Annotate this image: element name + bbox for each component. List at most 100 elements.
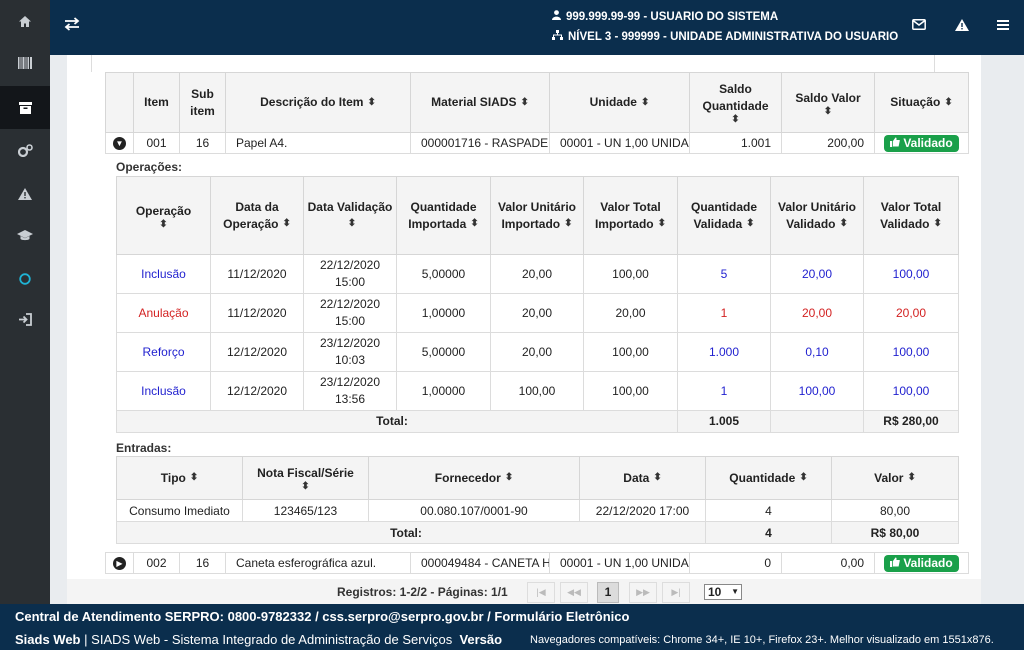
page-size-select[interactable]: 10 ▼ bbox=[704, 584, 742, 600]
cell-vu-val: 20,00 bbox=[770, 293, 864, 333]
support-contact[interactable]: Central de Atendimento SERPRO: 0800-9782… bbox=[15, 609, 629, 624]
thumbs-up-icon bbox=[890, 136, 901, 151]
cell-vt-imp: 100,00 bbox=[583, 371, 678, 411]
sort-icon: ⬍ bbox=[504, 472, 514, 484]
total-qtd: 1.005 bbox=[677, 410, 771, 433]
barcode-icon[interactable] bbox=[0, 41, 50, 84]
sort-icon: ⬍ bbox=[799, 472, 808, 484]
col-saldo-qtd[interactable]: Saldo Quantidade ⬍ bbox=[689, 72, 782, 133]
cell-data-val: 23/12/2020 10:03 bbox=[303, 332, 397, 372]
cell-item: 002 bbox=[133, 552, 180, 574]
col-vu-importado[interactable]: Valor Unitário Importado ⬍ bbox=[490, 176, 584, 255]
next-page-button[interactable]: ▶▶ bbox=[629, 582, 657, 603]
col-fornecedor[interactable]: Fornecedor ⬍ bbox=[368, 456, 580, 500]
main-content: Item Sub item Descrição do Item ⬍ Materia… bbox=[50, 55, 1024, 604]
cell-operacao: Anulação bbox=[116, 293, 211, 333]
cogs-icon[interactable] bbox=[0, 129, 50, 172]
cell-item: 001 bbox=[133, 132, 180, 154]
expand-toggle-icon[interactable]: ▶ bbox=[113, 557, 126, 571]
archive-icon[interactable] bbox=[0, 86, 50, 129]
cell-vu-imp: 20,00 bbox=[490, 293, 584, 333]
col-quantidade[interactable]: Quantidade ⬍ bbox=[705, 456, 832, 500]
unit-name: NÍVEL 3 - 999999 - UNIDADE ADMINISTRATIV… bbox=[568, 30, 899, 43]
circle-icon[interactable] bbox=[0, 257, 50, 300]
col-unidade[interactable]: Unidade ⬍ bbox=[549, 72, 690, 133]
cell-nota: 123465/123 bbox=[242, 499, 369, 522]
thumbs-up-icon bbox=[890, 556, 901, 571]
cell-tipo: Consumo Imediato bbox=[116, 499, 243, 522]
total-label: Total: bbox=[116, 410, 678, 433]
menu-icon[interactable] bbox=[997, 19, 1009, 34]
col-situacao[interactable]: Situação ⬍ bbox=[874, 72, 969, 133]
cell-vt-val: 20,00 bbox=[863, 293, 959, 333]
content-card: Item Sub item Descrição do Item ⬍ Materia… bbox=[67, 55, 981, 604]
col-nota[interactable]: Nota Fiscal/Série ⬍ bbox=[242, 456, 369, 500]
warning-icon[interactable] bbox=[0, 172, 50, 215]
col-tipo[interactable]: Tipo ⬍ bbox=[116, 456, 243, 500]
cell-vu-imp: 20,00 bbox=[490, 332, 584, 372]
warning-icon[interactable] bbox=[955, 19, 969, 34]
entradas-label: Entradas: bbox=[116, 441, 172, 455]
col-valor[interactable]: Valor ⬍ bbox=[831, 456, 959, 500]
col-saldo-valor[interactable]: Saldo Valor ⬍ bbox=[781, 72, 875, 133]
cell-subitem: 16 bbox=[179, 552, 226, 574]
sort-icon: ⬍ bbox=[159, 218, 168, 230]
col-vt-validado[interactable]: Valor Total Validado ⬍ bbox=[863, 176, 959, 255]
cell-qtd-imp: 5,00000 bbox=[396, 254, 491, 294]
col-vu-validado[interactable]: Valor Unitário Validado ⬍ bbox=[770, 176, 864, 255]
operacoes-table: Operação ⬍ Data da Operação ⬍ Data Validaç… bbox=[116, 176, 959, 433]
col-subitem[interactable]: Sub item bbox=[179, 72, 226, 133]
cell-fornecedor: 00.080.107/0001-90 bbox=[368, 499, 580, 522]
cell-saldo-valor: 200,00 bbox=[781, 132, 875, 154]
col-qtd-importada[interactable]: Quantidade Importada ⬍ bbox=[396, 176, 491, 255]
col-operacao[interactable]: Operação ⬍ bbox=[116, 176, 211, 255]
cell-data-val: 22/12/2020 15:00 bbox=[303, 293, 397, 333]
col-descricao[interactable]: Descrição do Item ⬍ bbox=[225, 72, 411, 133]
table-row: ▼ 001 16 Papel A4. 000001716 - RASPADEIR… bbox=[105, 132, 969, 154]
sort-icon: ⬍ bbox=[657, 218, 667, 230]
app-info: Siads Web | SIADS Web - Sistema Integrad… bbox=[15, 632, 502, 647]
sort-icon: ⬍ bbox=[933, 218, 942, 230]
cell-qtd-imp: 1,00000 bbox=[396, 371, 491, 411]
table-row: Anulação 11/12/2020 22/12/2020 15:00 1,0… bbox=[116, 293, 959, 333]
total-row: Total: 1.005 R$ 280,00 bbox=[116, 410, 959, 433]
table-row: Consumo Imediato 123465/123 00.080.107/0… bbox=[116, 499, 959, 522]
home-icon[interactable] bbox=[0, 0, 50, 43]
app-name: Siads Web bbox=[15, 632, 81, 647]
cell-data: 22/12/2020 17:00 bbox=[579, 499, 706, 522]
envelope-icon[interactable] bbox=[912, 19, 926, 33]
col-data-operacao[interactable]: Data da Operação ⬍ bbox=[210, 176, 304, 255]
col-item[interactable]: Item bbox=[133, 72, 180, 133]
total-valor: R$ 80,00 bbox=[831, 521, 959, 544]
sort-icon: ⬍ bbox=[520, 96, 529, 108]
first-page-button[interactable]: |◀ bbox=[527, 582, 555, 603]
cell-operacao: Inclusão bbox=[116, 254, 211, 294]
card-top-strip bbox=[91, 55, 935, 72]
cell-vt-imp: 100,00 bbox=[583, 332, 678, 372]
cell-operacao: Reforço bbox=[116, 332, 211, 372]
prev-page-button[interactable]: ◀◀ bbox=[560, 582, 588, 603]
items-table: Item Sub item Descrição do Item ⬍ Materia… bbox=[105, 72, 969, 154]
col-data-validacao[interactable]: Data Validação⬍ bbox=[303, 176, 397, 255]
footer: Central de Atendimento SERPRO: 0800-9782… bbox=[0, 604, 1024, 650]
sort-icon: ⬍ bbox=[564, 218, 573, 230]
total-valor: R$ 280,00 bbox=[863, 410, 959, 433]
col-qtd-validada[interactable]: Quantidade Validada ⬍ bbox=[677, 176, 771, 255]
user-icon bbox=[552, 10, 561, 23]
cell-material: 000049484 - CANETA HIDROGRÁFICA bbox=[410, 552, 550, 574]
cell-data-val: 23/12/2020 13:56 bbox=[303, 371, 397, 411]
entradas-table: Tipo ⬍ Nota Fiscal/Série ⬍ Fornecedor ⬍ Dat… bbox=[116, 456, 959, 544]
page-1-button[interactable]: 1 bbox=[597, 582, 619, 603]
graduation-cap-icon[interactable] bbox=[0, 213, 50, 256]
swap-icon[interactable] bbox=[64, 17, 80, 34]
total-empty bbox=[770, 410, 864, 433]
col-material[interactable]: Material SIADS ⬍ bbox=[410, 72, 550, 133]
last-page-button[interactable]: ▶| bbox=[662, 582, 690, 603]
col-vt-importado[interactable]: Valor Total Importado ⬍ bbox=[583, 176, 678, 255]
col-data[interactable]: Data ⬍ bbox=[579, 456, 706, 500]
sign-in-icon[interactable] bbox=[0, 298, 50, 341]
collapse-toggle-icon[interactable]: ▼ bbox=[113, 137, 126, 151]
user-name: 999.999.99-99 - USUARIO DO SISTEMA bbox=[566, 10, 779, 23]
sort-icon: ⬍ bbox=[282, 218, 291, 230]
total-row: Total: 4 R$ 80,00 bbox=[116, 521, 959, 544]
